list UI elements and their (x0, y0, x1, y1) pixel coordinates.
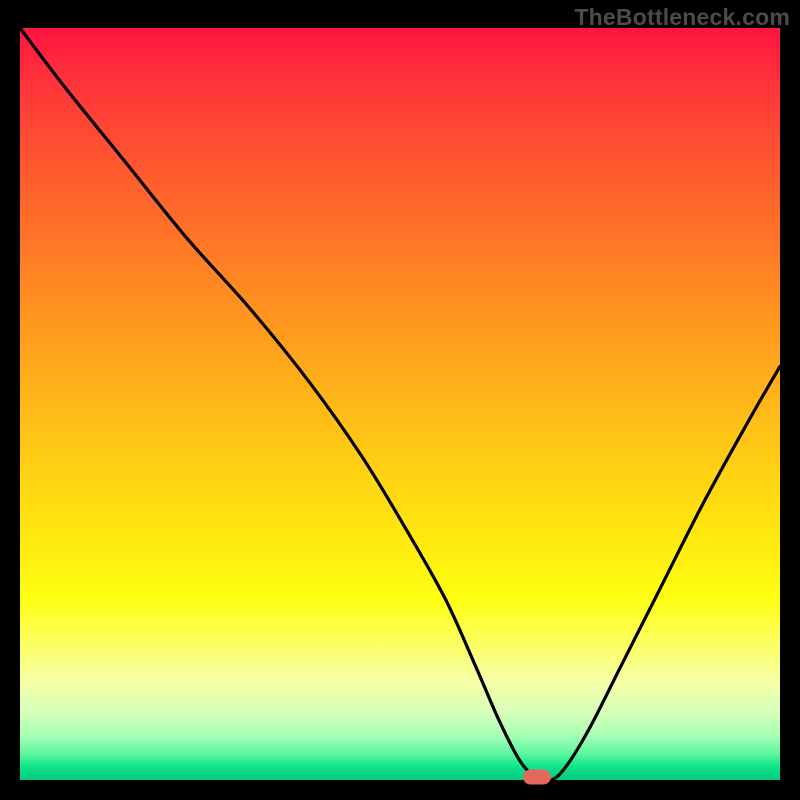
chart-frame: TheBottleneck.com (0, 0, 800, 800)
bottleneck-curve (20, 28, 780, 780)
curve-path (20, 28, 780, 780)
watermark-text: TheBottleneck.com (574, 4, 790, 31)
plot-area (20, 28, 780, 780)
optimal-point-marker (523, 770, 551, 785)
